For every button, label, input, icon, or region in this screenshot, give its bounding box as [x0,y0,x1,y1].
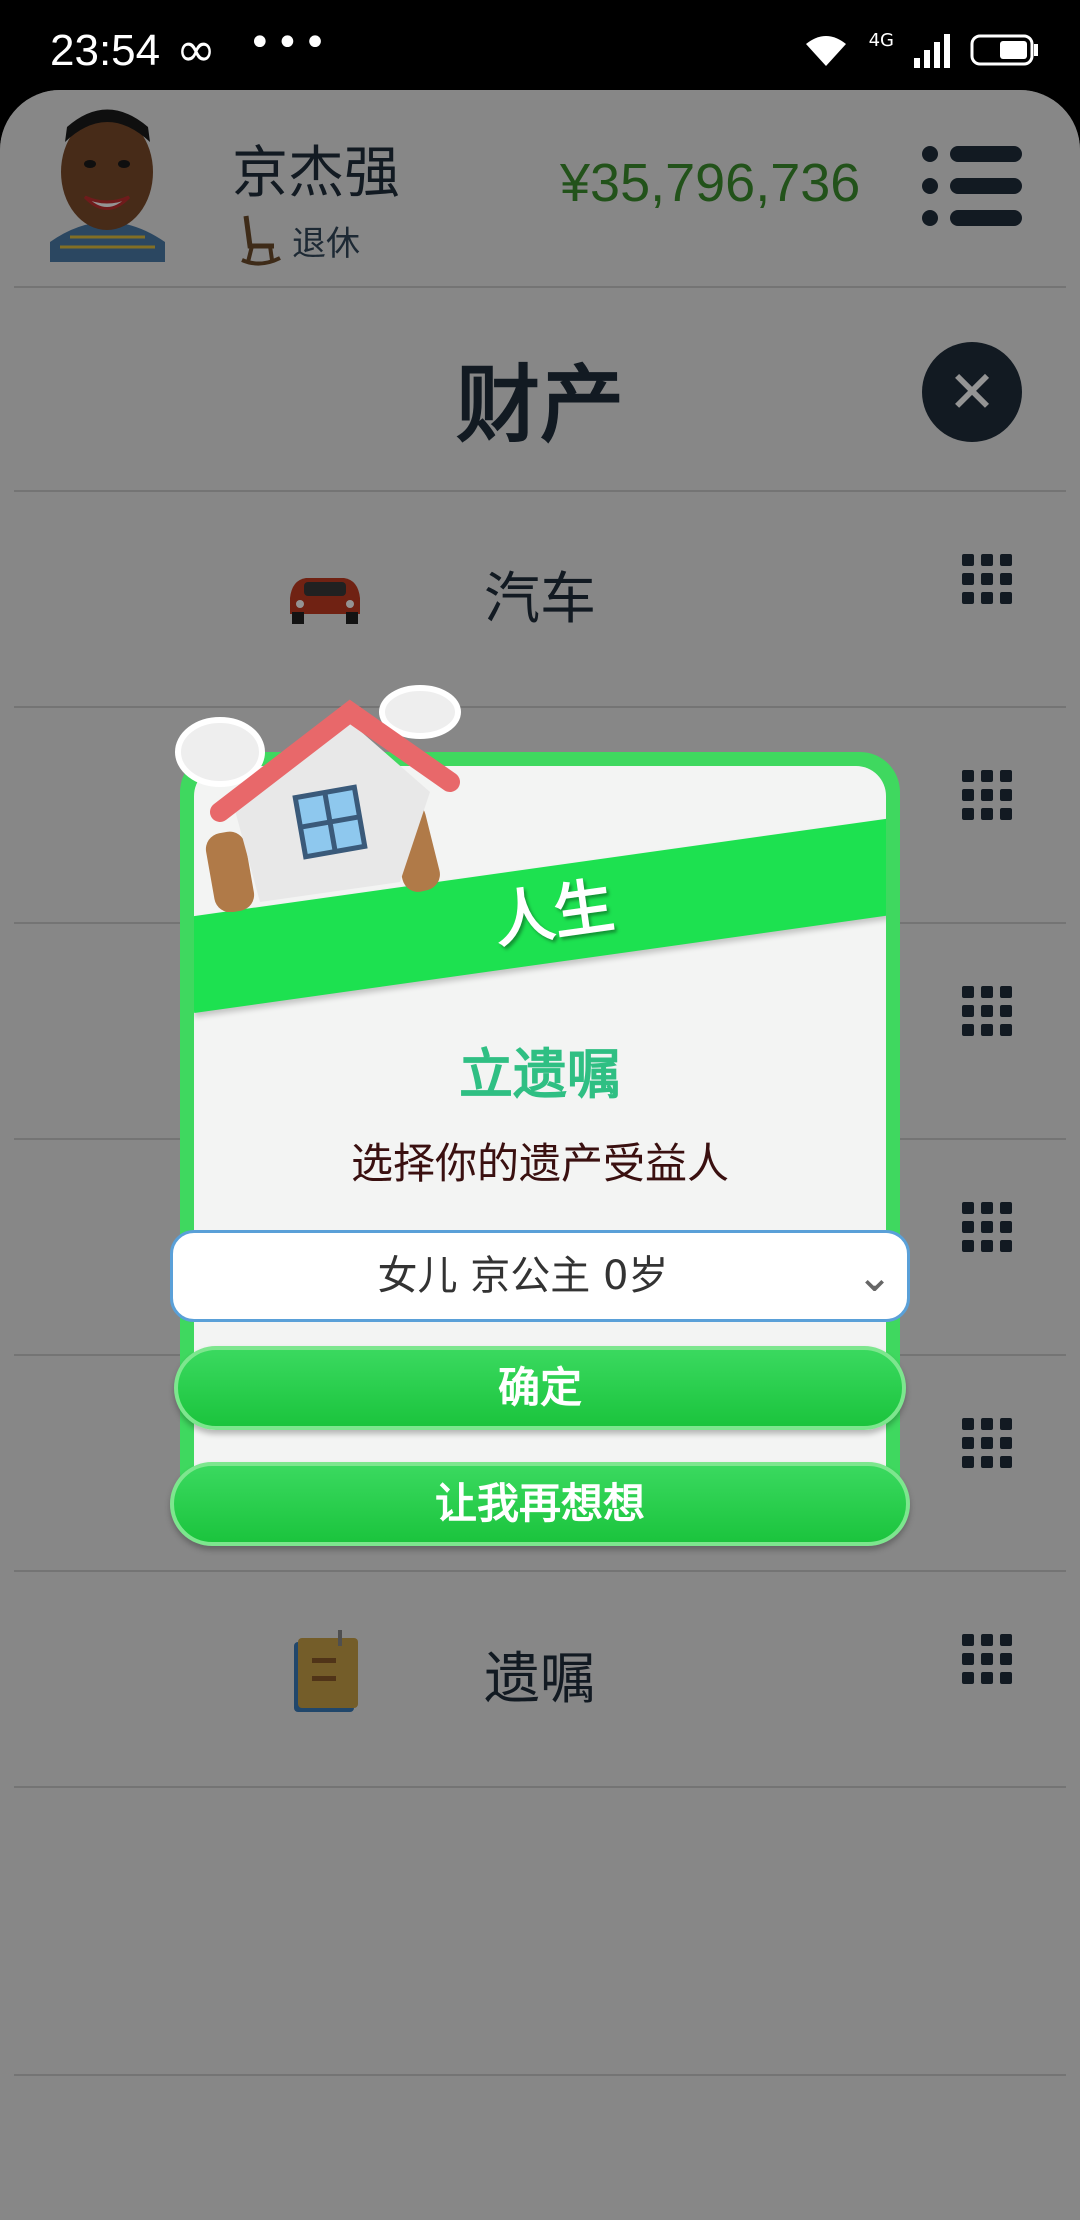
status-time: 23:54 [50,26,161,75]
signal-icon [914,34,950,68]
beneficiary-select[interactable]: 女儿 京公主 0岁 ⌄ [170,1230,910,1322]
status-bar: 23:54 ∞ ••• 4G [0,0,1080,90]
house-icon [175,685,461,912]
will-dialog: 人生 立遗嘱 选择你的遗产受益人 女儿 京公主 0岁 ⌄ 确定 让我再想想 [170,685,910,1546]
wifi-icon [805,36,846,66]
reconsider-button[interactable]: 让我再想想 [170,1462,910,1546]
confirm-button[interactable]: 确定 [174,1346,906,1430]
more-notifications-icon: ••• [248,20,331,66]
chevron-down-icon: ⌄ [856,1251,893,1302]
status-icons: 4G [801,30,1040,70]
network-type: 4G [868,30,894,51]
dialog-subtitle: 选择你的遗产受益人 [350,1139,729,1188]
infinity-icon: ∞ [176,22,216,78]
battery-icon [970,34,1038,66]
dialog-title: 立遗嘱 [459,1043,621,1106]
beneficiary-select-value: 女儿 京公主 0岁 [377,1253,669,1299]
